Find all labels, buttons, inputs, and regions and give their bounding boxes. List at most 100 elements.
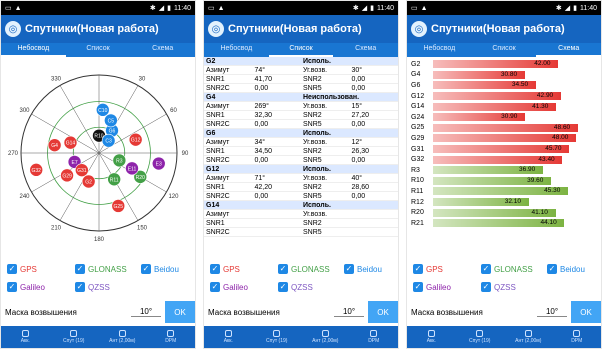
satellite-marker[interactable]: G14 bbox=[63, 135, 78, 150]
checkbox-icon[interactable]: ✓ bbox=[278, 282, 288, 292]
legend-galileo[interactable]: ✓ Galileo bbox=[7, 282, 45, 292]
legend-galileo[interactable]: ✓ Galileo bbox=[210, 282, 248, 292]
ok-button[interactable]: OK bbox=[368, 301, 398, 323]
legend-gps-label: GPS bbox=[223, 264, 240, 274]
satellite-marker[interactable]: C3 bbox=[101, 133, 116, 148]
legend-beidou[interactable]: ✓ Beidou bbox=[547, 264, 585, 274]
satellite-icon bbox=[476, 330, 484, 337]
bar-value: 32.10 bbox=[504, 198, 521, 206]
legend-gps[interactable]: ✓ GPS bbox=[7, 264, 37, 274]
legend-gps[interactable]: ✓ GPS bbox=[210, 264, 240, 274]
satellite-marker[interactable]: R11 bbox=[107, 172, 121, 187]
satellite-marker[interactable]: G4 bbox=[47, 138, 62, 152]
bar-value: 45.70 bbox=[545, 145, 562, 153]
mask-input[interactable]: 10° bbox=[334, 307, 364, 317]
satellite-marker[interactable]: C10 bbox=[95, 103, 110, 117]
checkbox-icon[interactable]: ✓ bbox=[75, 264, 85, 274]
snr-bar-chart: G2 42.00 G4 30.80 G6 34.50 G12 42.90 G14 41.30 G24… bbox=[407, 57, 601, 257]
satellite-marker[interactable]: G25 bbox=[111, 199, 126, 213]
bottom-battery[interactable]: Акк. bbox=[1, 326, 50, 348]
tab-sky[interactable]: Небосвод bbox=[204, 43, 269, 57]
bottom-battery[interactable]: Акк. bbox=[204, 326, 253, 348]
field-label: Уг.возв. bbox=[303, 102, 328, 110]
field-label: Уг.возв. bbox=[303, 66, 328, 74]
status-bar: ▭ ▲ ✱ ◢ ▮ 11:40 bbox=[1, 1, 195, 15]
checkbox-icon[interactable]: ✓ bbox=[481, 282, 491, 292]
tab-scheme[interactable]: Схема bbox=[536, 43, 601, 57]
field-label: Уг.возв. bbox=[303, 138, 328, 146]
checkbox-icon[interactable]: ✓ bbox=[7, 282, 17, 292]
bottom-battery[interactable]: Акк. bbox=[407, 326, 456, 348]
legend-beidou[interactable]: ✓ Beidou bbox=[141, 264, 179, 274]
bottom-antenna[interactable]: Ант (2,00м) bbox=[504, 326, 553, 348]
satellite-id: G25 bbox=[114, 204, 124, 210]
bottom-antenna[interactable]: Ант (2,00м) bbox=[98, 326, 147, 348]
checkbox-icon[interactable]: ✓ bbox=[413, 264, 423, 274]
satellite-marker[interactable]: C5 bbox=[104, 113, 118, 128]
checkbox-icon[interactable]: ✓ bbox=[344, 264, 354, 274]
bottom-satellites[interactable]: Спут (19) bbox=[50, 326, 99, 348]
bottom-dpm-label: DPM bbox=[368, 338, 380, 344]
legend-qzss[interactable]: ✓ QZSS bbox=[278, 282, 313, 292]
checkbox-icon[interactable]: ✓ bbox=[141, 264, 151, 274]
tab-list[interactable]: Список bbox=[472, 43, 537, 57]
checkbox-icon[interactable]: ✓ bbox=[413, 282, 423, 292]
checkbox-icon[interactable]: ✓ bbox=[278, 264, 288, 274]
list-item-header[interactable]: G6 Исполь. bbox=[204, 129, 398, 138]
bottom-satellites[interactable]: Спут (19) bbox=[456, 326, 505, 348]
legend-glonass[interactable]: ✓ GLONASS bbox=[481, 264, 533, 274]
sat-status: Исполь. bbox=[303, 129, 331, 137]
legend: ✓ GPS ✓ GLONASS ✓ Beidou ✓ Galileo ✓ QZSS bbox=[411, 261, 597, 297]
bottom-dpm[interactable]: DPM bbox=[553, 326, 602, 348]
checkbox-icon[interactable]: ✓ bbox=[547, 264, 557, 274]
satellite-marker[interactable]: G29 bbox=[60, 168, 74, 183]
bottom-bar: Акк. Спут (19) Ант (2,00м) DPM bbox=[407, 326, 601, 348]
globe-icon[interactable]: ◎ bbox=[5, 21, 21, 37]
tab-scheme[interactable]: Схема bbox=[130, 43, 195, 57]
list-item-header[interactable]: G14 Исполь. bbox=[204, 201, 398, 210]
mask-input[interactable]: 10° bbox=[131, 307, 161, 317]
checkbox-icon[interactable]: ✓ bbox=[210, 264, 220, 274]
bar-value: 39.60 bbox=[527, 176, 544, 184]
bottom-satellites[interactable]: Спут (19) bbox=[253, 326, 302, 348]
checkbox-icon[interactable]: ✓ bbox=[481, 264, 491, 274]
satellite-marker[interactable]: G31 bbox=[75, 163, 89, 177]
checkbox-icon[interactable]: ✓ bbox=[75, 282, 85, 292]
legend-glonass[interactable]: ✓ GLONASS bbox=[278, 264, 330, 274]
bottom-dpm[interactable]: DPM bbox=[147, 326, 196, 348]
tab-list[interactable]: Список bbox=[66, 43, 131, 57]
legend-beidou[interactable]: ✓ Beidou bbox=[344, 264, 382, 274]
checkbox-icon[interactable]: ✓ bbox=[210, 282, 220, 292]
satellite-marker[interactable]: G32 bbox=[29, 163, 44, 177]
bottom-dpm[interactable]: DPM bbox=[350, 326, 399, 348]
list-item-header[interactable]: G4 Неиспользован. bbox=[204, 93, 398, 102]
tab-scheme[interactable]: Схема bbox=[333, 43, 398, 57]
tab-list[interactable]: Список bbox=[268, 43, 334, 57]
satellite-marker[interactable]: R3 bbox=[112, 153, 127, 168]
bar-row: G12 42.90 bbox=[411, 91, 601, 102]
globe-icon[interactable]: ◎ bbox=[208, 21, 224, 37]
satellite-marker[interactable]: G2 bbox=[81, 174, 96, 189]
mask-input[interactable]: 10° bbox=[537, 307, 567, 317]
field-label: SNR2 bbox=[303, 111, 322, 119]
ok-button[interactable]: OK bbox=[165, 301, 195, 323]
legend-gps[interactable]: ✓ GPS bbox=[413, 264, 443, 274]
legend-galileo[interactable]: ✓ Galileo bbox=[413, 282, 451, 292]
satellite-marker[interactable]: E11 bbox=[125, 161, 139, 176]
legend-qzss[interactable]: ✓ QZSS bbox=[481, 282, 516, 292]
list-item-header[interactable]: G2 Исполь. bbox=[204, 57, 398, 66]
globe-icon[interactable]: ◎ bbox=[411, 21, 427, 37]
azimuth-spoke bbox=[31, 113, 100, 154]
checkbox-icon[interactable]: ✓ bbox=[7, 264, 17, 274]
list-item-header[interactable]: G12 Исполь. bbox=[204, 165, 398, 174]
bar-track: 30.90 bbox=[433, 113, 597, 122]
legend-qzss[interactable]: ✓ QZSS bbox=[75, 282, 110, 292]
tab-sky[interactable]: Небосвод bbox=[1, 43, 66, 57]
ok-button[interactable]: OK bbox=[571, 301, 601, 323]
phone-skyview: ▭ ▲ ✱ ◢ ▮ 11:40 ◎ Спутники(Новая работа) Неб… bbox=[0, 0, 196, 349]
tab-sky[interactable]: Небосвод bbox=[407, 43, 472, 57]
legend-glonass[interactable]: ✓ GLONASS bbox=[75, 264, 127, 274]
bottom-antenna[interactable]: Ант (2,00м) bbox=[301, 326, 350, 348]
satellite-marker[interactable]: G12 bbox=[128, 132, 143, 147]
satellite-marker[interactable]: E3 bbox=[151, 156, 166, 171]
